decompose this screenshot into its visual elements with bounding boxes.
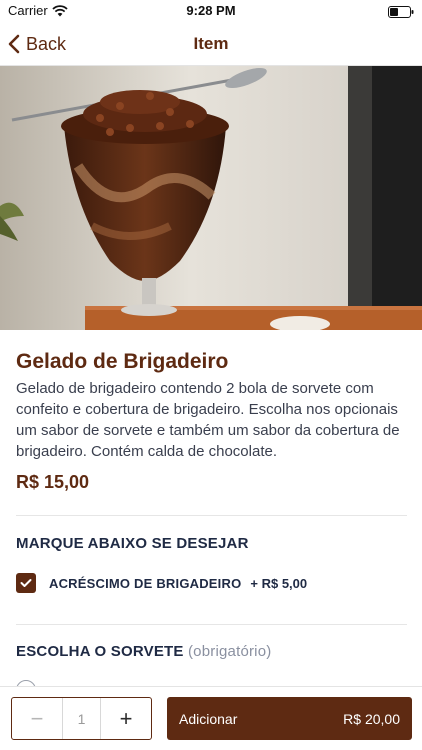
flavor-section-title: ESCOLHA O SORVETE (obrigatório) xyxy=(16,643,271,660)
add-button-total: R$ 20,00 xyxy=(343,710,400,727)
battery-icon xyxy=(388,5,414,23)
bottom-action-bar: − 1 + Adicionar R$ 20,00 xyxy=(0,686,422,750)
quantity-stepper: − 1 + xyxy=(11,697,152,740)
checkbox-checked[interactable] xyxy=(16,573,36,593)
product-description: Gelado de brigadeiro contendo 2 bola de … xyxy=(16,380,400,460)
required-note: (obrigatório) xyxy=(187,643,272,660)
product-price: R$ 15,00 xyxy=(16,472,90,492)
divider xyxy=(16,624,407,625)
navigation-bar: Back Item xyxy=(0,22,422,66)
flavor-title-text: ESCOLHA O SORVETE xyxy=(16,643,184,660)
option-label: ACRÉSCIMO DE BRIGADEIRO xyxy=(49,575,242,591)
checkmark-icon xyxy=(20,579,32,587)
extras-section-title: MARQUE ABAIXO SE DESEJAR xyxy=(16,535,249,552)
increment-button[interactable]: + xyxy=(101,698,151,739)
product-image xyxy=(0,66,422,330)
product-title: Gelado de Brigadeiro xyxy=(16,350,229,373)
status-time: 9:28 PM xyxy=(186,3,236,18)
option-row-brigadeiro[interactable]: ACRÉSCIMO DE BRIGADEIRO + R$ 5,00 xyxy=(16,572,307,594)
divider xyxy=(16,515,407,516)
status-bar: Carrier 9:28 PM xyxy=(0,0,422,22)
add-button-label: Adicionar xyxy=(179,710,238,727)
add-to-cart-button[interactable]: Adicionar R$ 20,00 xyxy=(167,697,412,740)
page-title: Item xyxy=(193,34,229,53)
decrement-button[interactable]: − xyxy=(12,698,62,739)
option-price: + R$ 5,00 xyxy=(250,575,308,591)
quantity-value: 1 xyxy=(62,698,101,739)
